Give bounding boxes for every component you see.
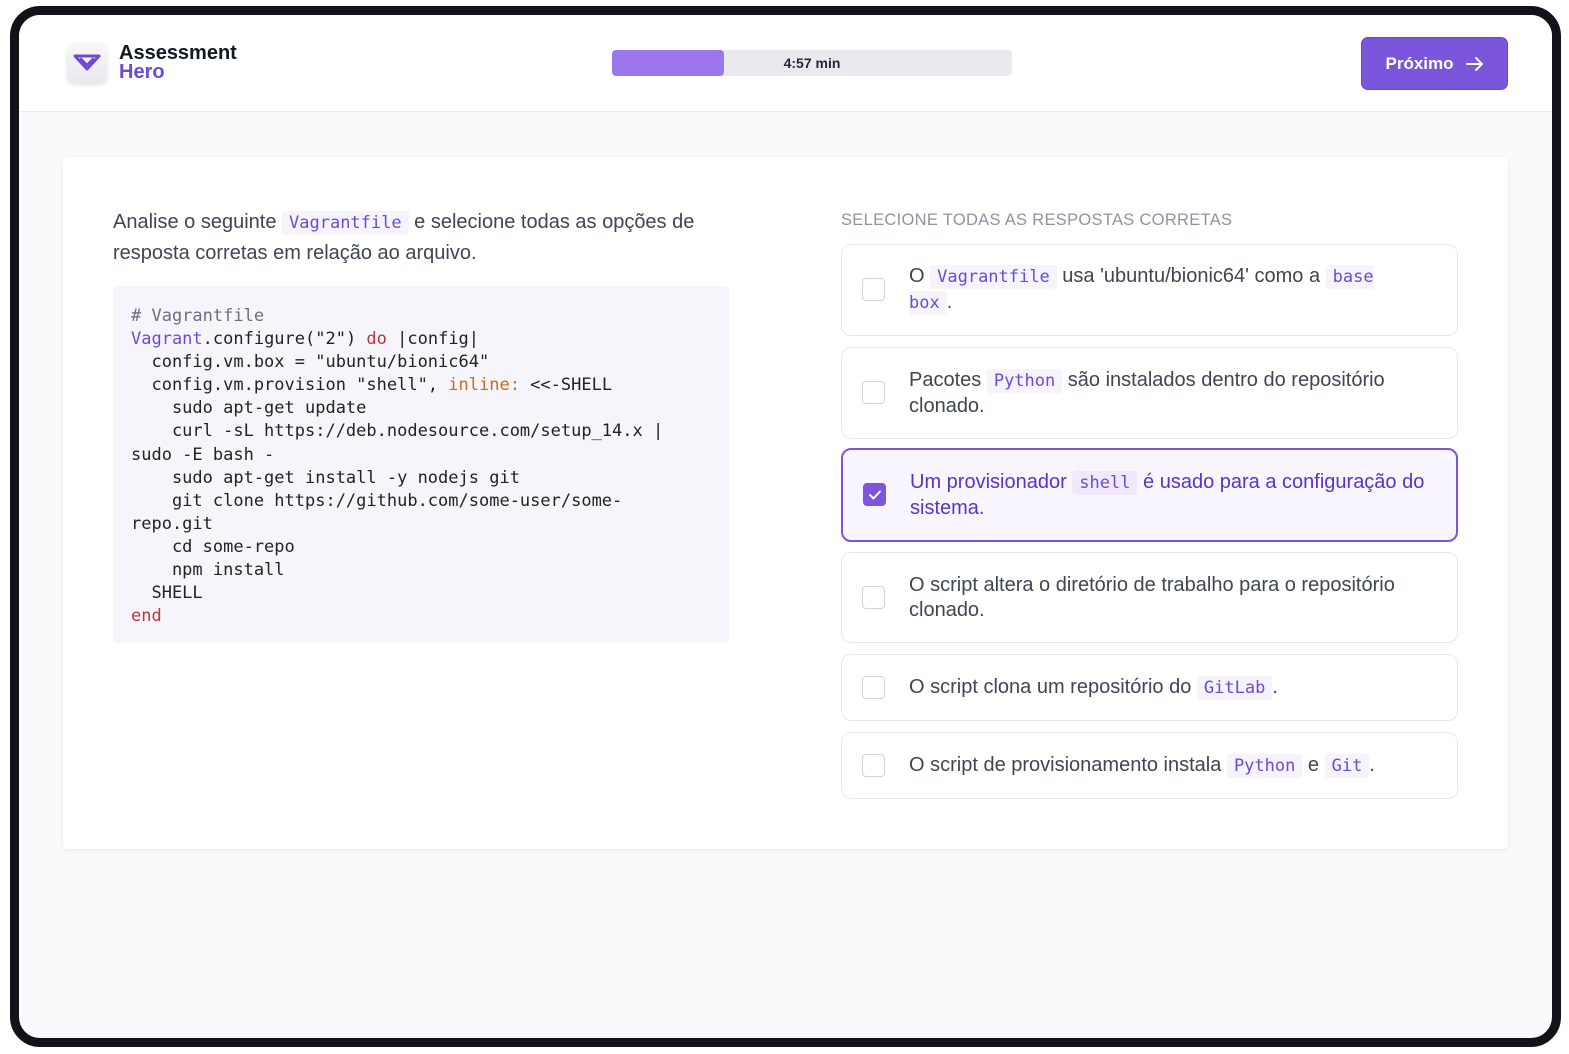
question-text-part: Analise o seguinte: [113, 211, 283, 233]
answer-option-1[interactable]: O Vagrantfile usa 'ubuntu/bionic64' como…: [841, 244, 1458, 336]
question-card: Analise o seguinte Vagrantfile e selecio…: [63, 157, 1508, 849]
code-token: <<-SHELL: [519, 375, 613, 396]
answer-option-2[interactable]: Pacotes Python são instalados dentro do …: [841, 347, 1458, 439]
answer-text-part: usa 'ubuntu/bionic64' como a: [1056, 265, 1326, 287]
code-line: npm install: [131, 560, 285, 581]
checkmark-icon: [868, 490, 881, 499]
answer-text-part: e: [1302, 753, 1325, 776]
code-line: cd some-repo: [131, 536, 295, 557]
inline-code: Vagrantfile: [930, 265, 1057, 289]
timer-progress-bar: 4:57 min: [612, 50, 1012, 76]
answer-text-part: O script clona um repositório do: [909, 675, 1197, 698]
inline-code: Python: [1226, 753, 1303, 778]
answer-checkbox[interactable]: [862, 585, 885, 609]
code-line: curl -sL https://deb.nodesource.com/setu…: [131, 421, 664, 442]
code-token: inline:: [448, 375, 520, 396]
answer-option-text: O script altera o diretório de trabalho …: [909, 573, 1395, 621]
answer-option-text: O script de provisionamento instala Pyth…: [909, 753, 1427, 779]
arrow-right-icon: [1465, 56, 1483, 71]
timer-label: 4:57 min: [783, 55, 841, 71]
answer-checkbox[interactable]: [862, 278, 885, 301]
code-block: # Vagrantfile Vagrant.configure("2") do …: [113, 286, 729, 643]
answer-option-6[interactable]: O script de provisionamento instala Pyth…: [841, 732, 1458, 799]
code-token: do: [366, 329, 387, 350]
answer-option-text: Um provisionador shell é usado para a co…: [910, 470, 1426, 521]
answer-text-part: .: [1272, 675, 1278, 698]
logo-icon: [67, 43, 107, 83]
next-button-label: Próximo: [1385, 53, 1454, 73]
code-line: git clone https://github.com/some-user/s…: [131, 490, 623, 511]
answer-option-text: Pacotes Python são instalados dentro do …: [909, 368, 1427, 419]
top-bar: Assessment Hero 4:57 min Próximo: [19, 15, 1552, 112]
code-line: config.vm.box = "ubuntu/bionic64": [131, 352, 490, 373]
inline-code: Git: [1324, 753, 1370, 778]
code-token: .configure("2"): [202, 329, 367, 350]
code-token: config.vm.provision "shell",: [131, 375, 449, 396]
inline-code: Python: [986, 368, 1063, 393]
code-line: SHELL: [131, 583, 203, 604]
answer-option-5[interactable]: O script clona um repositório do GitLab.: [841, 654, 1458, 721]
answer-option-4[interactable]: O script altera o diretório de trabalho …: [841, 552, 1458, 643]
code-line: # Vagrantfile: [131, 306, 265, 326]
code-token: |config|: [386, 329, 480, 350]
answers-header: SELECIONE TODAS AS RESPOSTAS CORRETAS: [841, 211, 1233, 229]
answer-text-part: Pacotes: [909, 368, 987, 391]
code-line: sudo apt-get install -y nodejs git: [131, 467, 520, 488]
answer-option-3[interactable]: Um provisionador shell é usado para a co…: [841, 448, 1458, 542]
code-line: sudo apt-get update: [131, 398, 367, 419]
answer-text-part: .: [1369, 753, 1375, 776]
answer-text-part: O script de provisionamento instala: [909, 753, 1227, 776]
answer-option-text: O script clona um repositório do GitLab.: [909, 675, 1427, 701]
answer-checkbox-checked[interactable]: [863, 483, 886, 506]
logo-text-hero: Hero: [119, 61, 165, 83]
answer-text-part: Um provisionador: [910, 470, 1073, 493]
answer-checkbox[interactable]: [862, 753, 885, 777]
code-line: repo.git: [131, 513, 213, 534]
inline-code: shell: [1072, 470, 1138, 495]
question-text: Analise o seguinte Vagrantfile e selecio…: [113, 207, 743, 268]
inline-code: GitLab: [1196, 675, 1273, 700]
code-token: Vagrant: [131, 329, 203, 350]
code-line: end: [131, 606, 162, 627]
app-window: Assessment Hero 4:57 min Próximo Analise…: [10, 6, 1561, 1047]
answer-text-part: O: [909, 265, 931, 287]
inline-code: Vagrantfile: [282, 211, 409, 235]
answer-option-text: O Vagrantfile usa 'ubuntu/bionic64' como…: [909, 264, 1427, 316]
logo[interactable]: Assessment Hero: [67, 43, 237, 83]
answer-checkbox[interactable]: [862, 381, 885, 404]
answer-checkbox[interactable]: [862, 675, 885, 699]
answer-text-part: .: [946, 291, 953, 313]
next-button[interactable]: Próximo: [1361, 37, 1508, 90]
code-line: sudo -E bash -: [131, 444, 275, 465]
